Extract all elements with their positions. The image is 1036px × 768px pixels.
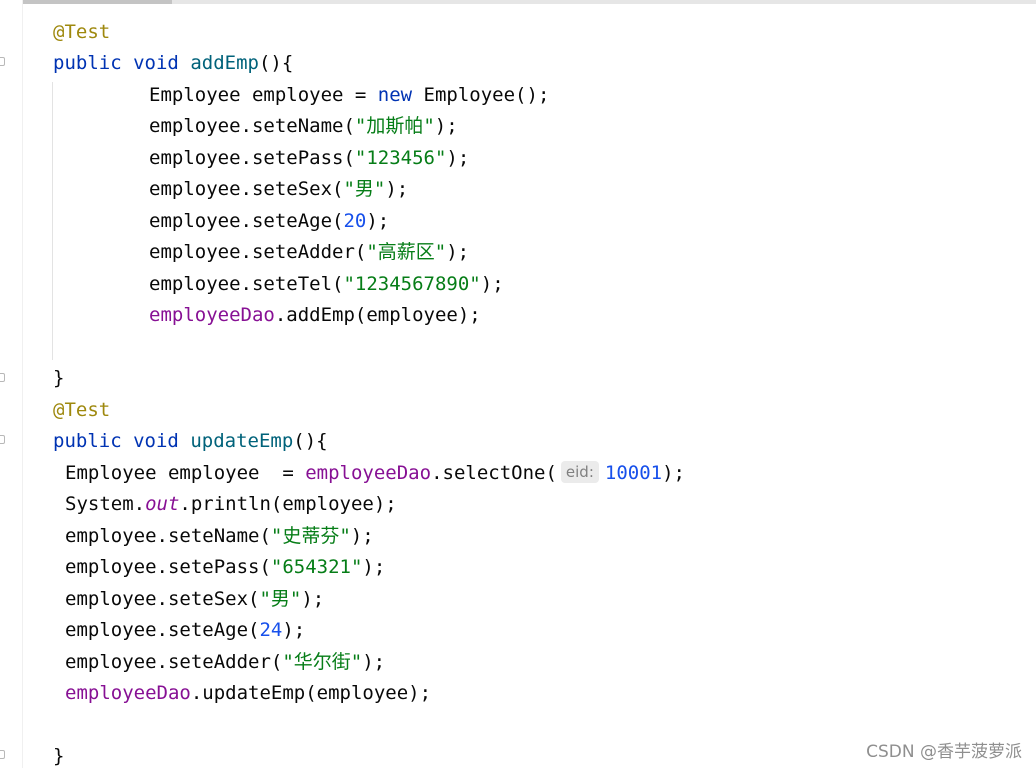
- string-literal: "加斯帕": [354, 115, 435, 137]
- keyword-new: new: [377, 84, 413, 106]
- field-employeedao: employeeDao: [65, 682, 191, 704]
- code-line: Employee employee = employeeDao.selectOn…: [65, 457, 685, 489]
- string-literal: "123456": [354, 147, 447, 169]
- code-line: employeeDao.updateEmp(employee);: [65, 677, 431, 709]
- code-text: .println(employee);: [179, 493, 397, 515]
- code-line: employee.seteAge(20);: [149, 205, 389, 237]
- code-line: employee.seteSex("男");: [65, 583, 324, 615]
- closing-brace: }: [53, 745, 65, 767]
- code-text: Employee employee =: [149, 84, 378, 106]
- fold-marker-icon[interactable]: [0, 750, 5, 759]
- annotation-test: @Test: [53, 21, 111, 43]
- code-line: employee.setePass("123456");: [149, 142, 469, 174]
- number-literal: 24: [259, 619, 283, 641]
- code-text: );: [662, 462, 685, 484]
- code-text: employee.seteSex(: [149, 178, 344, 200]
- code-text: employee.seteName(: [65, 525, 271, 547]
- code-line: @Test: [53, 16, 110, 48]
- code-text: );: [446, 147, 470, 169]
- code-line: employee.seteTel("1234567890");: [149, 268, 504, 300]
- string-literal: "高薪区": [366, 241, 447, 263]
- code-line: employee.seteSex("男");: [149, 173, 408, 205]
- code-text: .selectOne(: [431, 462, 557, 484]
- string-literal: "654321": [270, 556, 363, 578]
- code-line: employeeDao.addEmp(employee);: [149, 299, 481, 331]
- code-text: );: [301, 588, 325, 610]
- code-text: );: [362, 651, 386, 673]
- code-line: employee.seteAdder("华尔街");: [65, 646, 385, 678]
- code-text: System.: [65, 493, 146, 515]
- keyword-public: public: [53, 430, 122, 452]
- code-text: );: [366, 210, 390, 232]
- method-open: (){: [293, 430, 328, 452]
- indent-guide: [52, 82, 53, 360]
- code-text: Employee();: [412, 84, 550, 106]
- code-line: System.out.println(employee);: [65, 488, 397, 520]
- annotation-test: @Test: [53, 399, 111, 421]
- static-field-out: out: [145, 493, 180, 515]
- code-line: public void updateEmp(){: [53, 425, 328, 457]
- fold-marker-icon[interactable]: [0, 373, 5, 382]
- code-text: );: [434, 115, 458, 137]
- field-employeedao: employeeDao: [305, 462, 432, 484]
- parameter-hint: eid:: [560, 461, 599, 483]
- number-literal: 20: [343, 210, 367, 232]
- gutter-divider: [22, 0, 23, 768]
- string-literal: "男": [343, 178, 386, 200]
- method-open: (){: [258, 52, 294, 74]
- horizontal-scrollbar[interactable]: [0, 0, 1036, 4]
- code-text: employee.setePass(: [65, 556, 271, 578]
- code-line: employee.seteName("史蒂芬");: [65, 520, 374, 552]
- code-text: );: [362, 556, 386, 578]
- fold-marker-icon[interactable]: [0, 57, 5, 66]
- code-text: );: [480, 273, 504, 295]
- code-line: Employee employee = new Employee();: [149, 79, 549, 111]
- code-text: employee.seteName(: [149, 115, 355, 137]
- code-text: employee.seteAge(: [65, 619, 260, 641]
- number-literal: 10001: [604, 462, 663, 484]
- string-literal: "1234567890": [343, 273, 481, 295]
- code-line: }: [53, 740, 64, 768]
- field-employeedao: employeeDao: [149, 304, 275, 326]
- code-text: employee.seteTel(: [149, 273, 344, 295]
- closing-brace: }: [53, 367, 65, 389]
- code-line: @Test: [53, 394, 110, 426]
- code-text: );: [446, 241, 470, 263]
- code-line: }: [53, 362, 64, 394]
- code-text: employee.seteSex(: [65, 588, 260, 610]
- code-line: employee.seteAdder("高薪区");: [149, 236, 469, 268]
- code-text: employee.seteAdder(: [149, 241, 367, 263]
- keyword-void: void: [133, 430, 179, 452]
- fold-marker-icon[interactable]: [0, 435, 5, 444]
- keyword-public: public: [53, 52, 122, 74]
- string-literal: "男": [259, 588, 302, 610]
- editor-gutter: [0, 0, 22, 768]
- string-literal: "华尔街": [282, 651, 363, 673]
- code-line: public void addEmp(){: [53, 47, 293, 79]
- method-name-updateemp: updateEmp: [190, 430, 294, 452]
- keyword-void: void: [133, 52, 179, 74]
- scrollbar-thumb[interactable]: [0, 0, 172, 4]
- code-text: .addEmp(employee);: [274, 304, 481, 326]
- code-text: );: [385, 178, 409, 200]
- watermark: CSDN @香芋菠萝派: [866, 742, 1022, 762]
- code-editor[interactable]: @Test public void addEmp(){ Employee emp…: [0, 0, 1036, 768]
- code-text: .updateEmp(employee);: [190, 682, 432, 704]
- code-line: employee.setePass("654321");: [65, 551, 385, 583]
- code-text: employee.seteAdder(: [65, 651, 283, 673]
- method-name-addemp: addEmp: [190, 52, 259, 74]
- code-line: employee.seteAge(24);: [65, 614, 305, 646]
- string-literal: "史蒂芬": [270, 525, 351, 547]
- code-text: );: [282, 619, 306, 641]
- code-text: Employee employee =: [65, 462, 306, 484]
- code-text: employee.setePass(: [149, 147, 355, 169]
- code-text: employee.seteAge(: [149, 210, 344, 232]
- code-line: employee.seteName("加斯帕");: [149, 110, 458, 142]
- code-text: );: [350, 525, 374, 547]
